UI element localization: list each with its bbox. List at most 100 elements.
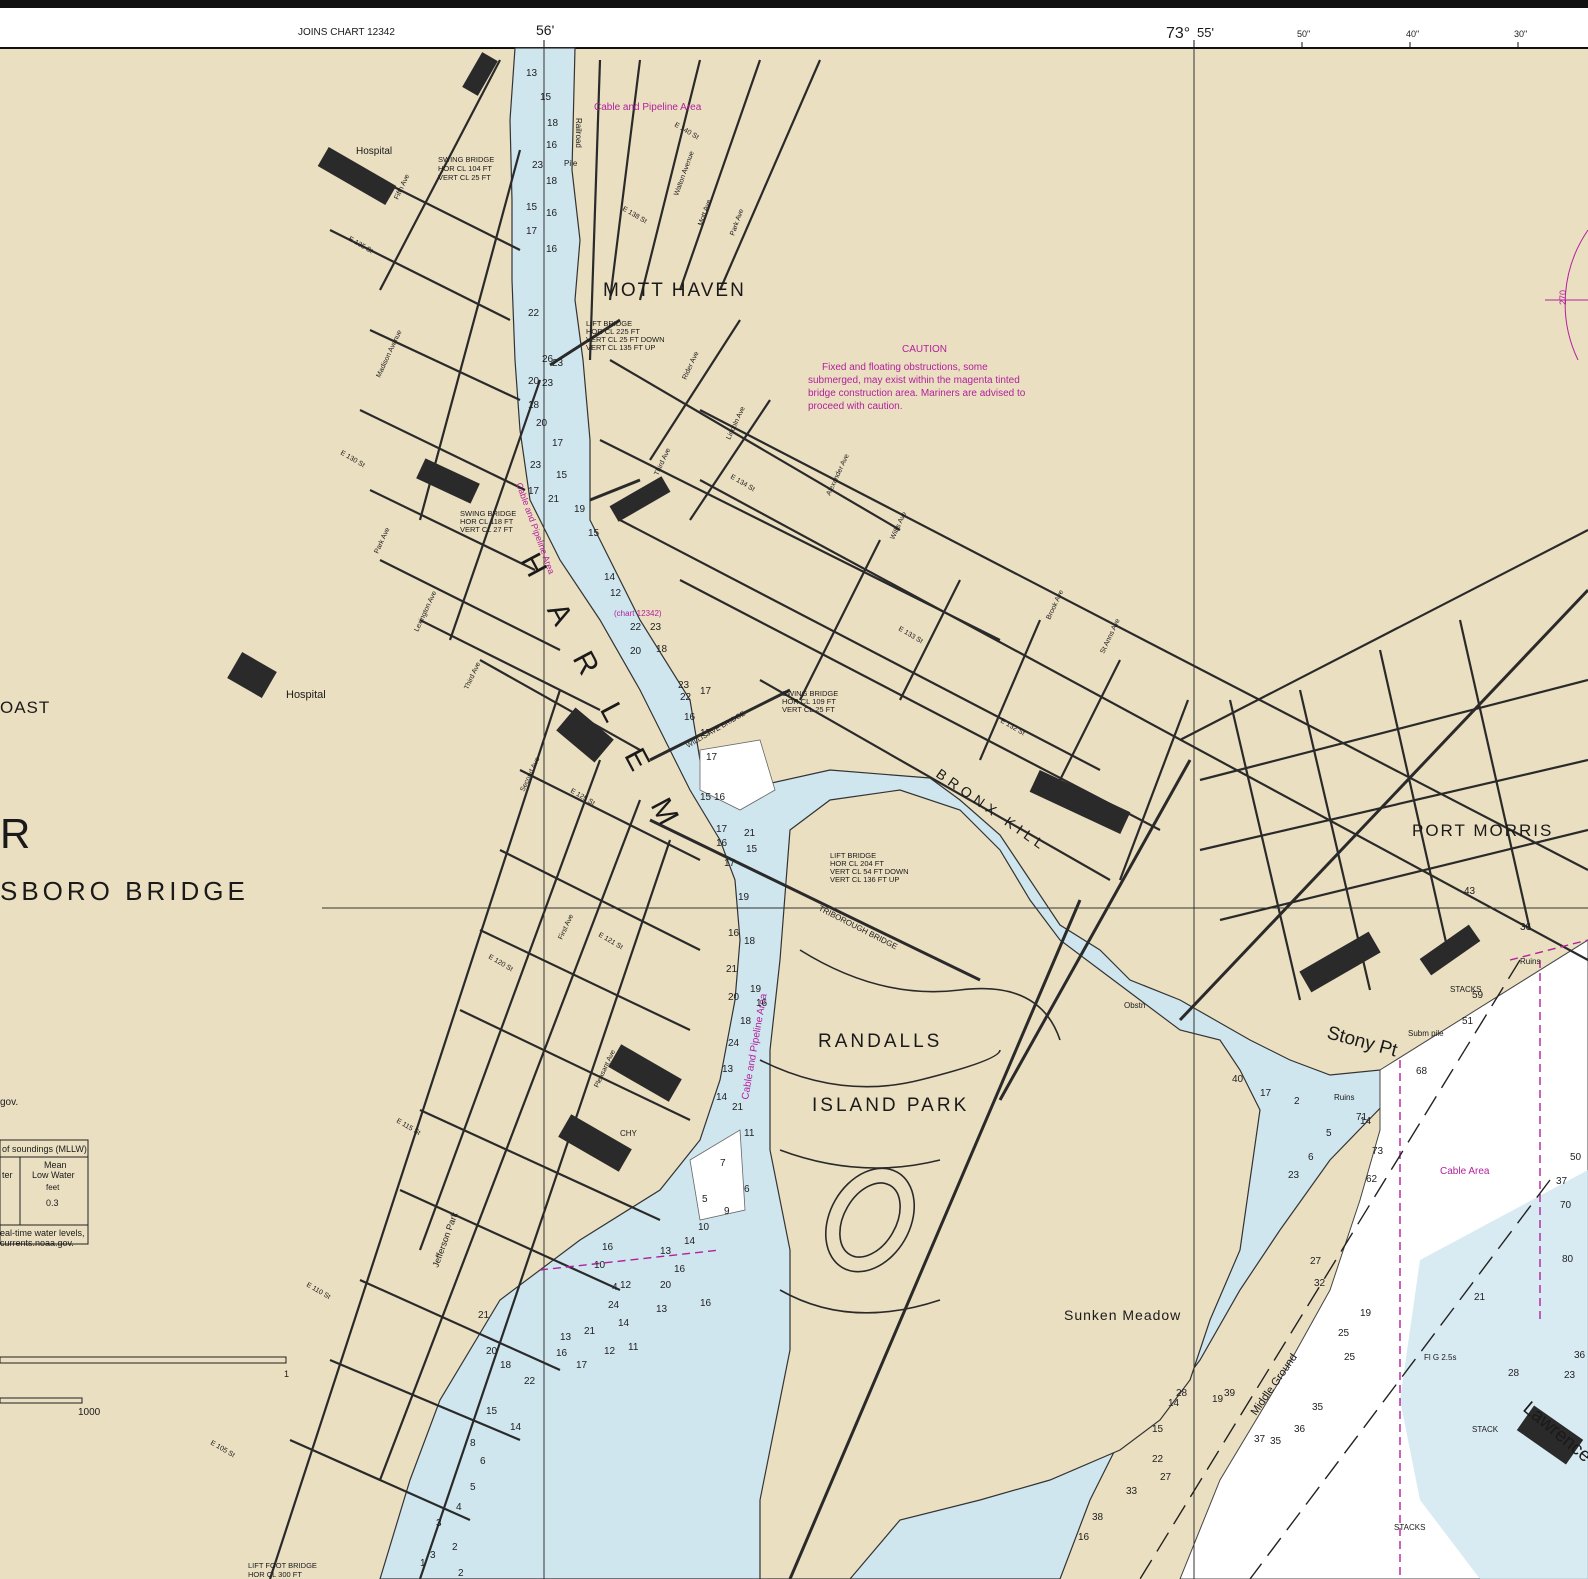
depth-sounding: 19 — [574, 504, 586, 515]
depth-sounding: 15 — [700, 792, 712, 803]
depth-sounding: 6 — [480, 1456, 486, 1467]
depth-sounding: 39 — [1224, 1388, 1236, 1399]
left-bridge-label: SBORO BRIDGE — [0, 876, 249, 906]
tide-col-low: Low Water — [32, 1170, 75, 1180]
depth-sounding: 15 — [526, 202, 538, 213]
depth-sounding: 1 — [420, 1558, 426, 1569]
depth-sounding: 25 — [1344, 1352, 1356, 1363]
depth-sounding: 21 — [726, 964, 738, 975]
depth-sounding: 3 — [436, 1518, 442, 1529]
depth-sounding: 27 — [1160, 1472, 1172, 1483]
depth-sounding: 17 — [1260, 1088, 1272, 1099]
tick-30: 30" — [1514, 29, 1527, 39]
depth-sounding: 36 — [1294, 1424, 1306, 1435]
lift-foot-bridge-l2: HOR CL 300 FT — [248, 1570, 302, 1579]
caution-line-1: Fixed and floating obstructions, some — [822, 362, 988, 373]
left-r-label: R — [0, 810, 30, 857]
depth-sounding: 2 — [452, 1542, 458, 1553]
tick-40: 40" — [1406, 29, 1419, 39]
depth-sounding: 35 — [1270, 1436, 1282, 1447]
randalls-label: RANDALLS — [818, 1031, 942, 1052]
depth-sounding: 15 — [1152, 1424, 1164, 1435]
depth-sounding: 22 — [524, 1376, 536, 1387]
hospital-label-2: Hospital — [286, 689, 326, 701]
depth-sounding: 13 — [722, 1064, 734, 1075]
depth-sounding: 3 — [430, 1550, 436, 1561]
depth-sounding: 16 — [684, 712, 696, 723]
swing-bridge-1-l2: HOR CL 104 FT — [438, 164, 492, 173]
depth-sounding: 40 — [1232, 1074, 1244, 1085]
scale-label-1: 1 — [284, 1369, 289, 1379]
depth-sounding: 17 — [576, 1360, 588, 1371]
island-park-label: ISLAND PARK — [812, 1095, 969, 1116]
depth-sounding: 20 — [486, 1346, 498, 1357]
caution-title: CAUTION — [902, 344, 947, 355]
swing-bridge-2-l3: VERT CL 27 FT — [460, 525, 513, 534]
mott-haven-label: MOTT HAVEN — [603, 280, 746, 301]
depth-sounding: 5 — [1326, 1128, 1332, 1139]
depth-sounding: 16 — [546, 208, 558, 219]
depth-sounding: 4 — [612, 1282, 618, 1293]
hospital-label-1: Hospital — [356, 146, 392, 157]
depth-sounding: 17 — [724, 858, 736, 869]
depth-sounding: 21 — [732, 1102, 744, 1113]
depth-sounding: 15 — [486, 1406, 498, 1417]
caution-line-3: bridge construction area. Mariners are a… — [808, 388, 1026, 399]
chart-border — [0, 0, 1588, 8]
depth-sounding: 38 — [1092, 1512, 1104, 1523]
depth-sounding: 73 — [1372, 1146, 1384, 1157]
chart-ref-label: (chart 12342) — [614, 609, 662, 618]
depth-sounding: 18 — [500, 1360, 512, 1371]
depth-sounding: 12 — [620, 1280, 632, 1291]
stack-label: STACK — [1472, 1425, 1499, 1434]
depth-sounding: 22 — [680, 692, 692, 703]
depth-sounding: 5 — [470, 1482, 476, 1493]
depth-sounding: 4 — [456, 1502, 462, 1513]
longitude-55: 55' — [1197, 25, 1214, 40]
lift-foot-bridge-l1: LIFT FOOT BRIDGE — [248, 1561, 317, 1570]
tide-col-water: ter — [2, 1170, 13, 1180]
depth-sounding: 21 — [478, 1310, 490, 1321]
port-morris-label: PORT MORRIS — [1412, 821, 1553, 840]
depth-sounding: 17 — [706, 752, 718, 763]
depth-sounding: 17 — [716, 824, 728, 835]
swing-bridge-1-l3: VERT CL 25 FT — [438, 173, 491, 182]
depth-sounding: 16 — [556, 1348, 568, 1359]
depth-sounding: 23 — [530, 460, 542, 471]
depth-sounding: 23 — [1288, 1170, 1300, 1181]
depth-sounding: 18 — [528, 400, 540, 411]
depth-sounding: 16 — [674, 1264, 686, 1275]
railroad-label: Railroad — [574, 118, 583, 148]
tide-note-1: eal-time water levels, — [0, 1228, 85, 1238]
depth-sounding: 15 — [588, 528, 600, 539]
depth-sounding: 13 — [660, 1246, 672, 1257]
depth-sounding: 59 — [1472, 990, 1484, 1001]
depth-sounding: 17 — [552, 438, 564, 449]
depth-sounding: 24 — [728, 1038, 740, 1049]
depth-sounding: 28 — [1508, 1368, 1520, 1379]
depth-sounding: 32 — [1314, 1278, 1326, 1289]
ruins-label-2: Ruins — [1334, 1093, 1354, 1102]
swing-bridge-3-l3: VERT CL 25 FT — [782, 705, 835, 714]
depth-sounding: 16 — [716, 838, 728, 849]
depth-sounding: 19 — [1212, 1394, 1224, 1405]
depth-sounding: 15 — [556, 470, 568, 481]
depth-sounding: 16 — [728, 928, 740, 939]
stacks-label-2: STACKS — [1394, 1523, 1425, 1532]
depth-sounding: 14 — [1168, 1398, 1180, 1409]
lift-bridge-2-l4: VERT CL 136 FT UP — [830, 875, 899, 884]
caution-line-2: submerged, may exist within the magenta … — [808, 375, 1020, 386]
joins-chart-label: JOINS CHART 12342 — [298, 27, 395, 38]
depth-sounding: 2 — [458, 1568, 464, 1579]
depth-sounding: 68 — [1416, 1066, 1428, 1077]
depth-sounding: 22 — [528, 308, 540, 319]
depth-sounding: 18 — [546, 176, 558, 187]
depth-sounding: 11 — [744, 1128, 755, 1139]
tide-caption: of soundings (MLLW) — [2, 1144, 87, 1154]
depth-sounding: 35 — [1312, 1402, 1324, 1413]
depth-sounding: 43 — [1464, 886, 1476, 897]
depth-sounding: 6 — [744, 1184, 750, 1195]
depth-sounding: 10 — [698, 1222, 710, 1233]
depth-sounding: 2 — [1294, 1096, 1300, 1107]
depth-sounding: 51 — [1462, 1016, 1474, 1027]
